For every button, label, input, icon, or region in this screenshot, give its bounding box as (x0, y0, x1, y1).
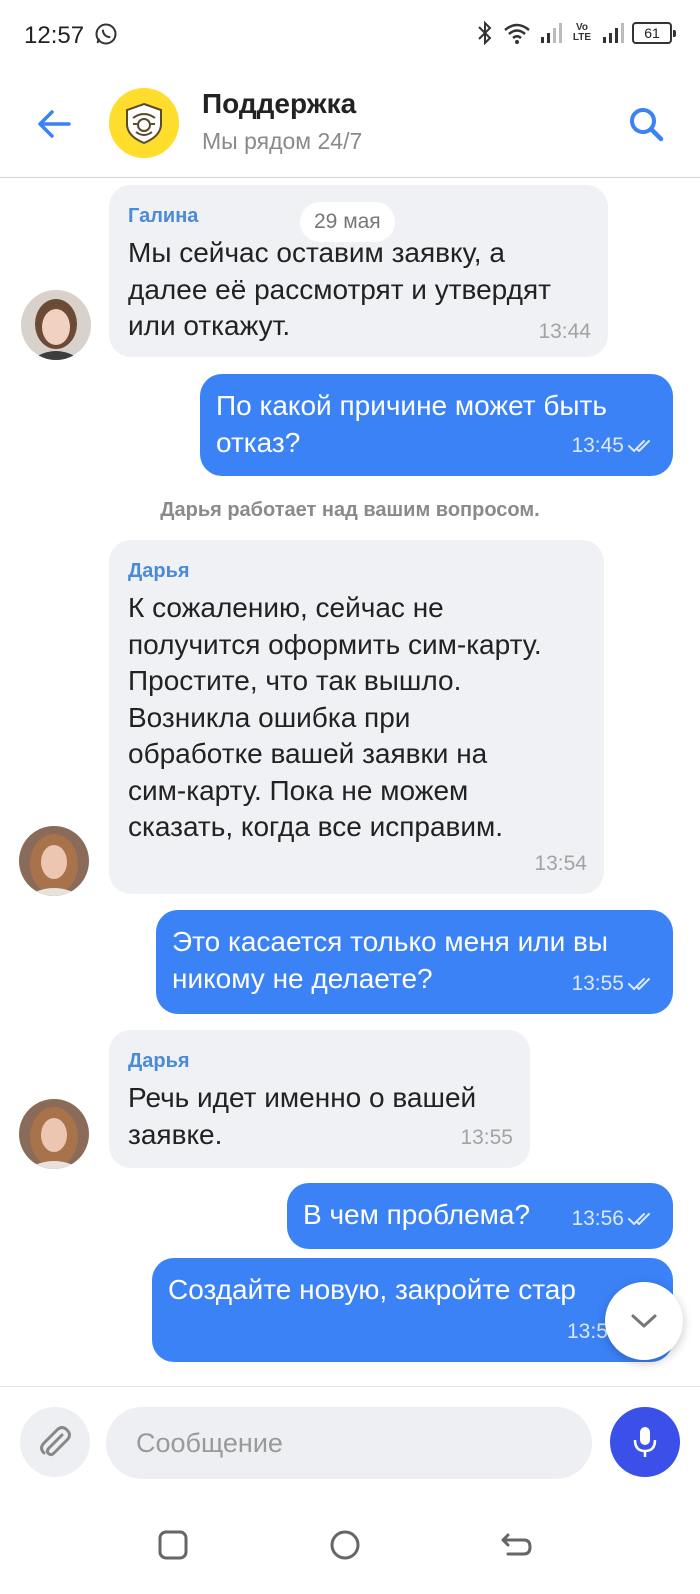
message-text: По какой причине может быть отказ? (216, 390, 607, 458)
back-nav-button[interactable] (492, 1520, 542, 1570)
mic-button[interactable] (610, 1407, 680, 1477)
system-nav-bar (0, 1500, 700, 1594)
agent-avatar (19, 826, 89, 896)
message-text: Создайте новую, закройте стар (168, 1274, 576, 1305)
whatsapp-icon (94, 22, 118, 51)
message-text: Речь идет именно о вашей заявке. (128, 1082, 477, 1150)
battery-icon: 61 (632, 22, 676, 44)
message-composer (0, 1386, 700, 1479)
message-text: В чем проблема? (303, 1199, 531, 1230)
home-button[interactable] (320, 1520, 370, 1570)
message-sender: Дарья (128, 560, 190, 582)
double-check-icon (628, 440, 650, 453)
agent-avatar (19, 1099, 89, 1169)
status-icons: Vo LTE 61 (476, 20, 676, 46)
support-logo[interactable] (109, 88, 179, 158)
search-button[interactable] (622, 100, 670, 148)
message-text: Это касается только меня или вы никому н… (172, 926, 609, 994)
double-check-icon (628, 1213, 650, 1226)
message-incoming[interactable]: Дарья Речь идет именно о вашей заявке. 1… (109, 1030, 530, 1168)
back-button[interactable] (30, 100, 78, 148)
battery-level: 61 (644, 25, 660, 41)
circle-icon (330, 1530, 360, 1560)
wifi-icon (502, 21, 532, 45)
chat-header: Поддержка Мы рядом 24/7 (0, 72, 700, 178)
scroll-down-button[interactable] (605, 1282, 683, 1360)
bluetooth-icon (476, 20, 494, 46)
chat-title: Поддержка (202, 88, 357, 119)
square-icon (158, 1530, 188, 1560)
message-time: 13:54 (534, 852, 587, 875)
search-icon (630, 108, 664, 142)
message-outgoing[interactable]: По какой причине может быть отказ? 13:45 (200, 374, 673, 476)
arrow-left-icon (38, 110, 71, 138)
back-arrow-icon (501, 1533, 532, 1556)
message-outgoing[interactable]: Создайте новую, закройте стар 13:5 (152, 1258, 673, 1362)
message-input[interactable] (106, 1407, 592, 1479)
signal-icon (540, 22, 562, 44)
message-sender: Дарья (128, 1050, 190, 1072)
status-bar: 12:57 Vo LTE 61 (0, 0, 700, 72)
double-check-icon (628, 978, 650, 991)
message-time: 13:56 (571, 1207, 656, 1231)
message-outgoing[interactable]: Это касается только меня или вы никому н… (156, 910, 673, 1014)
attach-button[interactable] (20, 1407, 90, 1477)
message-time: 13:55 (460, 1126, 513, 1149)
message-time: 13:5 (567, 1320, 608, 1344)
message-text: Мы сейчас оставим заявку, а далее её рас… (128, 237, 551, 341)
chat-subtitle: Мы рядом 24/7 (202, 128, 363, 154)
message-outgoing[interactable]: В чем проблема? 13:56 (287, 1183, 673, 1249)
message-time-label: 13:5 (567, 1320, 608, 1343)
message-list[interactable]: Галина Мы сейчас оставим заявку, а далее… (0, 179, 700, 1386)
volte-badge: Vo LTE (572, 22, 592, 43)
status-time: 12:57 (24, 22, 85, 49)
message-time-label: 13:55 (571, 972, 624, 995)
agent-avatar (21, 290, 91, 360)
message-time-label: 13:45 (571, 434, 624, 457)
bank-crest-icon (126, 102, 162, 145)
message-incoming[interactable]: Дарья К сожалению, сейчас не получится о… (109, 540, 604, 894)
message-time: 13:45 (571, 434, 656, 458)
message-time: 13:44 (538, 320, 591, 343)
message-time: 13:55 (571, 972, 656, 996)
message-text: К сожалению, сейчас не получится оформит… (128, 592, 542, 842)
paperclip-icon (40, 1426, 71, 1457)
date-separator: 29 мая (300, 202, 395, 242)
recents-button[interactable] (148, 1520, 198, 1570)
chevron-down-icon (631, 1314, 657, 1328)
signal-icon-2 (602, 22, 624, 44)
system-notice: Дарья работает над вашим вопросом. (160, 499, 540, 521)
message-time-label: 13:56 (571, 1207, 624, 1230)
message-sender: Галина (128, 205, 199, 227)
microphone-icon (633, 1427, 657, 1457)
